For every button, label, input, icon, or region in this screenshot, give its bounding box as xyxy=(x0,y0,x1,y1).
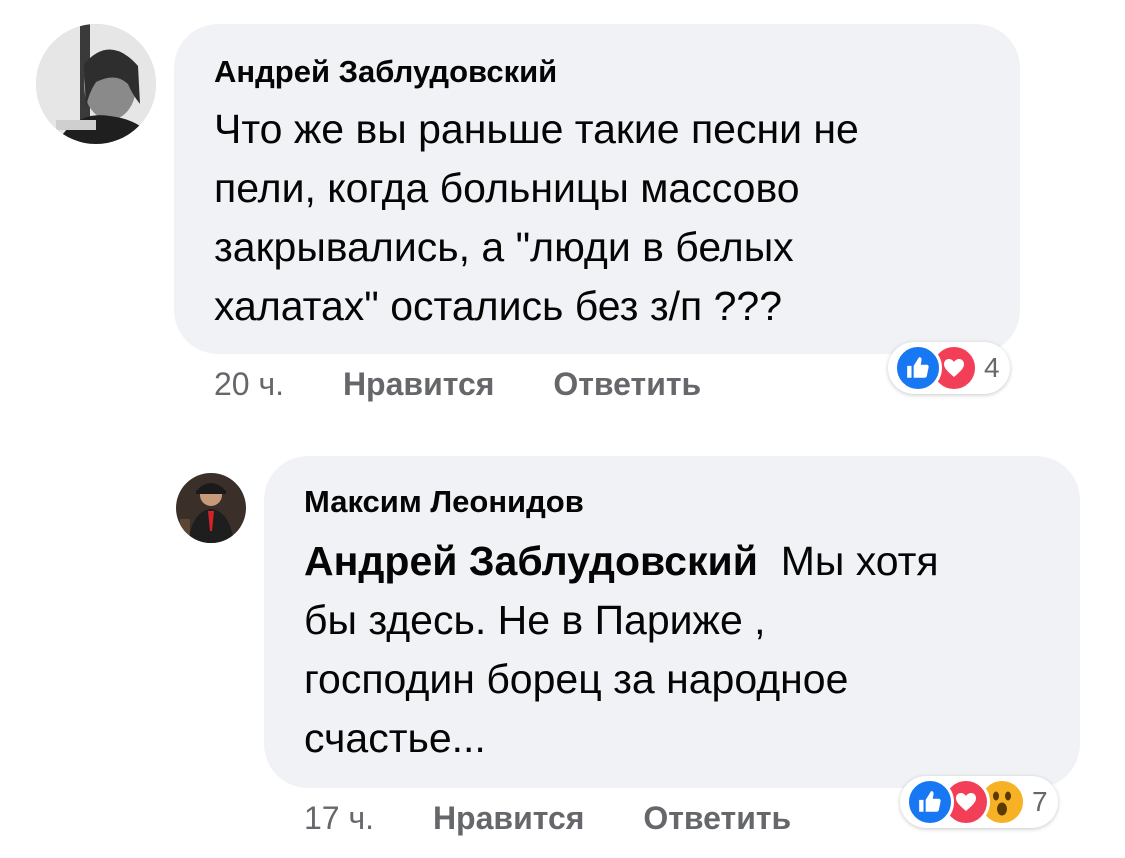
reply-actions: 17 ч. Нравится Ответить xyxy=(304,800,791,837)
comment-text: Что же вы раньше такие песни не пели, ко… xyxy=(214,100,1014,336)
reaction-count: 7 xyxy=(1032,786,1048,817)
avatar-andrey[interactable] xyxy=(36,24,156,144)
comment-line: закрывались, а "люди в белых xyxy=(214,224,794,270)
reply-text: Андрей Заблудовский Мы хотя бы здесь. Не… xyxy=(304,532,1074,768)
comment-line: пели, когда больницы массово xyxy=(214,165,800,211)
reaction-summary[interactable]: 7 xyxy=(900,776,1058,828)
like-icon xyxy=(894,344,942,392)
reply-button[interactable]: Ответить xyxy=(643,800,791,836)
reply-line: бы здесь. Не в Париже , xyxy=(304,597,766,643)
reply-line: господин борец за народное xyxy=(304,656,849,702)
mention-link[interactable]: Андрей Заблудовский xyxy=(304,538,758,584)
comment-line: халатах" остались без з/п ??? xyxy=(214,283,783,329)
reply-author[interactable]: Максим Леонидов xyxy=(304,484,584,520)
reaction-count: 4 xyxy=(984,352,1000,383)
reply-line: Андрей Заблудовский Мы хотя xyxy=(304,532,1074,591)
reaction-summary[interactable]: 4 xyxy=(888,342,1010,394)
comment-line: Что же вы раньше такие песни не xyxy=(214,106,859,152)
comment-actions: 20 ч. Нравится Ответить xyxy=(214,366,701,403)
like-button[interactable]: Нравится xyxy=(433,800,585,836)
like-icon xyxy=(906,778,954,826)
reply-button[interactable]: Ответить xyxy=(553,366,701,402)
reply-line-text: Мы хотя xyxy=(780,538,939,584)
comment-timestamp[interactable]: 20 ч. xyxy=(214,366,284,402)
reply-timestamp[interactable]: 17 ч. xyxy=(304,800,374,836)
avatar-maxim[interactable] xyxy=(176,473,246,543)
like-button[interactable]: Нравится xyxy=(343,366,495,402)
comment-author[interactable]: Андрей Заблудовский xyxy=(214,54,557,90)
reply-line: счастье... xyxy=(304,715,486,761)
